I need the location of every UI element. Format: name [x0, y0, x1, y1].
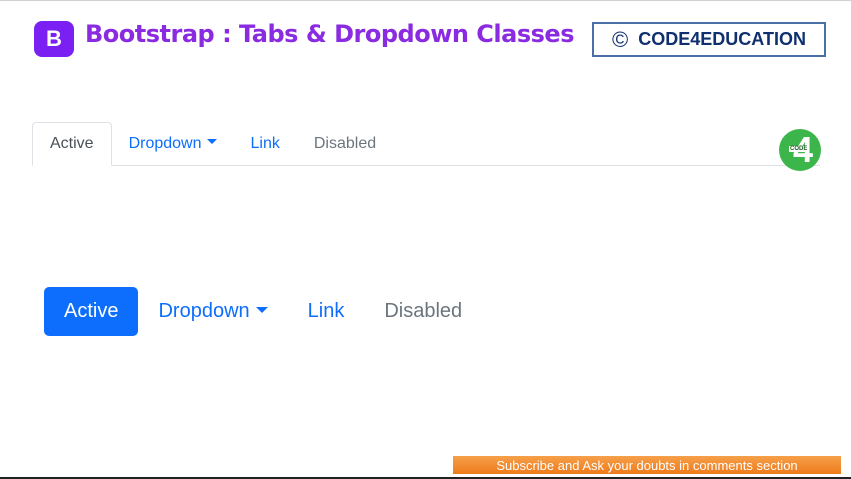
tab-dropdown-label: Dropdown — [128, 134, 202, 152]
pill-active[interactable]: Active — [44, 287, 139, 336]
tab-disabled: Disabled — [297, 122, 393, 165]
tab-active[interactable]: Active — [32, 122, 112, 166]
pill-active-label: Active — [64, 300, 119, 322]
tab-dropdown[interactable]: Dropdown — [112, 122, 234, 165]
pill-disabled-label: Disabled — [384, 300, 463, 322]
copyright-icon: © — [612, 26, 629, 52]
pill-dropdown-label: Dropdown — [158, 300, 250, 322]
subscribe-banner: Subscribe and Ask your doubts in comment… — [453, 456, 841, 474]
tab-link[interactable]: Link — [234, 122, 297, 165]
pill-disabled: Disabled — [364, 287, 482, 336]
tab-disabled-label: Disabled — [313, 134, 377, 152]
pill-link-label: Link — [307, 300, 345, 322]
tab-link-label: Link — [250, 134, 280, 152]
badge-text: CODE — [789, 146, 809, 152]
pill-dropdown[interactable]: Dropdown — [138, 287, 287, 336]
caret-down-icon — [206, 139, 217, 144]
tab-active-label: Active — [50, 135, 94, 152]
copyright-box: © CODE4EDUCATION — [592, 22, 826, 57]
tabs-nav: Active Dropdown Link Disabled — [32, 121, 820, 166]
copyright-text: CODE4EDUCATION — [638, 29, 806, 49]
pill-link[interactable]: Link — [288, 287, 365, 336]
pills-nav: Active Dropdown Link Disabled — [44, 287, 482, 336]
bootstrap-logo-icon: B — [34, 21, 74, 57]
caret-down-icon — [255, 306, 268, 313]
code4education-badge-icon: 4 CODE — [779, 129, 821, 171]
page-title: Bootstrap : Tabs & Dropdown Classes — [85, 20, 574, 48]
